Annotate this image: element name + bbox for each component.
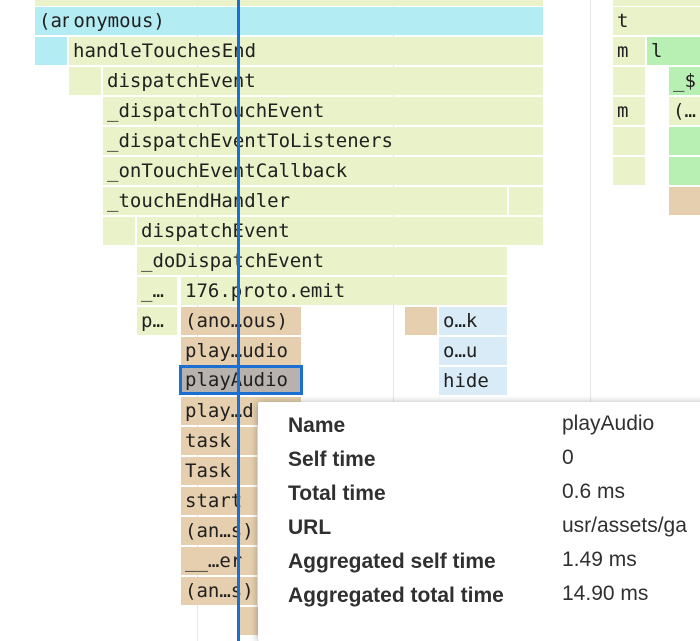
flame-bar[interactable] [405,307,437,335]
tooltip-value: usr/assets/ga [562,514,687,537]
flame-bar[interactable] [669,187,700,215]
flame-bar[interactable]: __…er [181,547,257,575]
flame-bar[interactable] [103,217,135,245]
flame-bar[interactable]: hide [439,367,507,395]
flame-bar[interactable]: p… [137,307,177,335]
tooltip-label: Aggregated total time [288,584,504,607]
flame-bar[interactable]: Task [181,457,257,485]
flame-bar[interactable]: _touchEndHandler [103,187,507,215]
flame-bar[interactable]: dispatchEvent [137,217,543,245]
time-cursor-line [237,0,240,641]
flame-bar[interactable]: l [647,37,700,65]
flame-bar[interactable]: t [613,7,700,35]
flame-bar[interactable]: play…udio [181,337,301,365]
tooltip-value: playAudio [562,412,655,435]
flame-bar[interactable] [613,157,645,185]
flame-bar[interactable]: (an…s) [181,517,257,545]
flame-bar[interactable]: _onTouchEventCallback [103,157,543,185]
flame-bar[interactable] [669,157,700,185]
flame-bar[interactable]: o…k [439,307,507,335]
flame-bar[interactable] [509,187,543,215]
tooltip-label: Name [288,414,346,437]
tooltip-value: 14.90 ms [562,582,649,605]
flame-bar[interactable]: o…u [439,337,507,365]
flame-bar[interactable]: _$ [669,67,700,95]
flame-bar[interactable]: _dispatchEventToListeners [103,127,543,155]
flame-bar[interactable]: (an…s) [181,577,257,605]
flame-bar[interactable]: 176.proto.emit [181,277,507,305]
flame-bar[interactable]: start [181,487,257,515]
tooltip-label: Aggregated self time [288,550,496,573]
flame-bar[interactable]: dispatchEvent [103,67,543,95]
tooltip-value: 1.49 ms [562,548,637,571]
tooltip: Name playAudio Self time 0 Total time 0.… [258,402,700,641]
flame-bar[interactable] [69,67,101,95]
flame-bar[interactable] [613,0,700,6]
tooltip-value: 0.6 ms [562,480,626,503]
flame-bar[interactable]: task [181,427,257,455]
flame-bar[interactable]: handleTouchesEnd [69,37,543,65]
tooltip-label: URL [288,516,332,539]
flame-bar[interactable] [613,67,645,95]
flame-bar[interactable]: (ano…ous) [181,307,301,335]
flame-bar[interactable] [669,127,700,155]
flame-bar[interactable]: _… [137,277,177,305]
flame-bar [69,7,73,35]
flame-bar[interactable]: (anonymous) [35,7,543,35]
flame-bar-selected-playaudio[interactable]: playAudio [179,365,303,395]
flame-bar[interactable]: m [613,37,645,65]
tooltip-label: Total time [288,482,386,505]
tooltip-label: Self time [288,448,376,471]
flame-bar[interactable] [35,0,543,6]
flame-bar[interactable]: m [613,97,645,125]
flame-bar[interactable]: _doDispatchEvent [137,247,507,275]
flame-bar[interactable]: _dispatchTouchEvent [103,97,543,125]
flame-bar[interactable]: (… [669,97,700,125]
tooltip-value: 0 [562,446,574,469]
flame-bar[interactable] [35,37,67,65]
flame-bar[interactable] [613,127,645,155]
